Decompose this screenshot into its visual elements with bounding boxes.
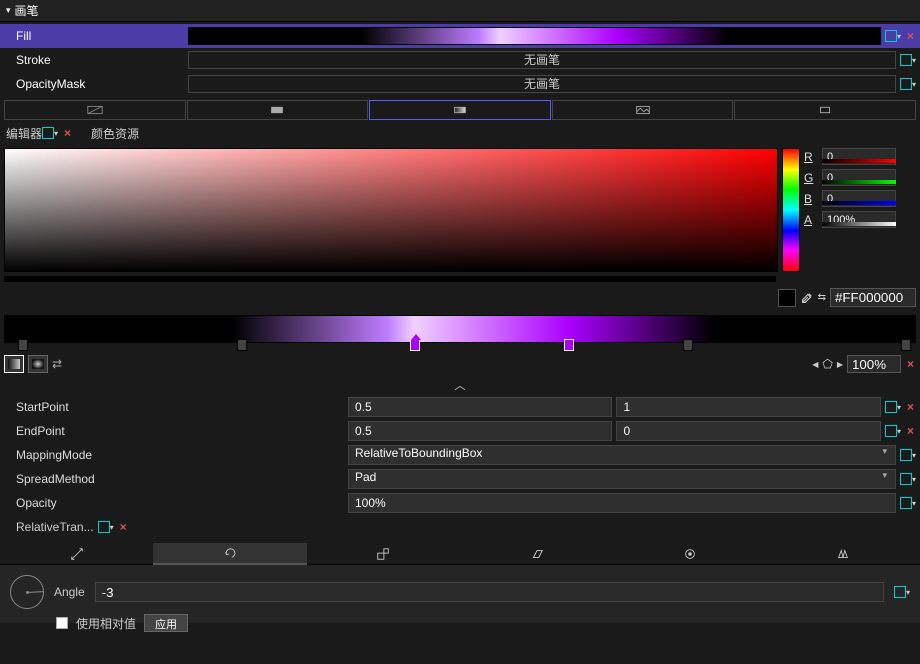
color-resource-label[interactable]: 颜色资源 xyxy=(91,125,139,142)
channel-g-label: G xyxy=(804,171,816,185)
editor-label: 编辑器 xyxy=(6,125,42,142)
brush-label: Fill xyxy=(4,29,184,43)
marker-icon[interactable]: ▾ xyxy=(885,401,901,413)
marker-icon[interactable]: ▾ xyxy=(98,521,114,533)
stroke-preview[interactable]: 无画笔 xyxy=(188,51,896,69)
eyedropper-icon[interactable] xyxy=(800,291,814,305)
gradient-stop[interactable] xyxy=(18,339,28,351)
saturation-value-picker[interactable] xyxy=(4,148,778,272)
stop-position-input[interactable] xyxy=(847,355,901,373)
prop-label: StartPoint xyxy=(4,400,344,414)
marker-icon[interactable]: ▾ xyxy=(900,473,916,485)
tab-solid[interactable] xyxy=(187,100,369,120)
channel-a-label: A xyxy=(804,213,816,227)
opacitymask-preview[interactable]: 无画笔 xyxy=(188,75,896,93)
endpoint-y-input[interactable] xyxy=(616,421,880,441)
startpoint-x-input[interactable] xyxy=(348,397,612,417)
marker-icon[interactable]: ▾ xyxy=(900,449,916,461)
channel-b-label: B xyxy=(804,192,816,206)
marker-icon[interactable]: ▾ xyxy=(42,127,58,139)
tab-none[interactable] xyxy=(4,100,186,120)
close-icon[interactable]: × xyxy=(62,126,73,140)
gradient-stop[interactable] xyxy=(901,339,911,351)
prop-label: SpreadMethod xyxy=(4,472,344,486)
angle-dial[interactable] xyxy=(10,575,44,609)
tab-center[interactable] xyxy=(613,543,766,565)
brush-row-stroke[interactable]: Stroke 无画笔 ▾ xyxy=(0,48,920,72)
radial-gradient-icon[interactable] xyxy=(28,355,48,373)
prop-label: RelativeTran... xyxy=(16,520,94,534)
brush-row-fill[interactable]: Fill ▾ × xyxy=(0,24,920,48)
linear-gradient-icon[interactable] xyxy=(4,355,24,373)
alpha-bar xyxy=(4,276,776,282)
marker-icon[interactable]: ▾ xyxy=(900,497,916,509)
gradient-editor[interactable] xyxy=(4,315,916,343)
angle-input[interactable] xyxy=(95,582,884,602)
delete-stop-icon[interactable]: × xyxy=(905,357,916,371)
channel-r-label: R xyxy=(804,150,816,164)
tab-resource[interactable] xyxy=(734,100,916,120)
reset-icon[interactable]: × xyxy=(905,29,916,43)
gradient-stop[interactable] xyxy=(237,339,247,351)
relative-checkbox[interactable] xyxy=(56,617,68,629)
prev-stop-icon[interactable]: ◀ xyxy=(812,360,818,369)
tab-gradient[interactable] xyxy=(369,100,551,120)
marker-icon[interactable]: ▾ xyxy=(894,586,910,598)
swap-icon[interactable]: ⇆ xyxy=(818,292,826,303)
tab-translate[interactable] xyxy=(0,543,153,565)
tab-scale[interactable] xyxy=(307,543,460,565)
spreadmethod-select[interactable]: Pad xyxy=(348,469,896,489)
marker-icon[interactable]: ▾ xyxy=(885,30,901,42)
gradient-stop[interactable] xyxy=(410,339,420,351)
marker-icon[interactable]: ▾ xyxy=(900,54,916,66)
section-header[interactable]: ▾ 画笔 xyxy=(0,0,920,22)
brush-row-opacitymask[interactable]: OpacityMask 无画笔 ▾ xyxy=(0,72,920,96)
reset-icon[interactable]: × xyxy=(118,520,129,534)
current-color-swatch[interactable] xyxy=(778,289,796,307)
reset-icon[interactable]: × xyxy=(905,424,916,438)
reverse-stops-icon[interactable]: ⇄ xyxy=(52,357,62,371)
relative-label: 使用相对值 xyxy=(76,615,136,632)
tab-rotate[interactable] xyxy=(153,543,306,565)
brush-label: OpacityMask xyxy=(4,77,184,91)
startpoint-y-input[interactable] xyxy=(616,397,880,417)
angle-label: Angle xyxy=(54,585,85,599)
prop-label: EndPoint xyxy=(4,424,344,438)
tab-flip[interactable] xyxy=(767,543,920,565)
apply-button[interactable]: 应用 xyxy=(144,614,188,632)
tab-tile[interactable] xyxy=(552,100,734,120)
gradient-stop[interactable] xyxy=(683,339,693,351)
marker-icon[interactable]: ▾ xyxy=(900,78,916,90)
section-title: 画笔 xyxy=(15,2,39,19)
brush-type-tabs xyxy=(0,98,920,122)
reset-icon[interactable]: × xyxy=(905,400,916,414)
prop-label: MappingMode xyxy=(4,448,344,462)
hex-input[interactable] xyxy=(830,288,916,307)
gradient-stop[interactable] xyxy=(564,339,574,351)
mappingmode-select[interactable]: RelativeToBoundingBox xyxy=(348,445,896,465)
stop-marker-icon: ⬠ xyxy=(822,357,832,371)
expand-up-icon[interactable]: ︿ xyxy=(0,375,920,395)
endpoint-x-input[interactable] xyxy=(348,421,612,441)
marker-icon[interactable]: ▾ xyxy=(885,425,901,437)
tab-skew[interactable] xyxy=(460,543,613,565)
next-stop-icon[interactable]: ▶ xyxy=(837,360,843,369)
prop-label: Opacity xyxy=(4,496,344,510)
hue-slider[interactable] xyxy=(782,148,800,272)
brush-label: Stroke xyxy=(4,53,184,67)
opacity-input[interactable] xyxy=(348,493,896,513)
fill-preview[interactable] xyxy=(188,27,881,45)
collapse-icon: ▾ xyxy=(6,5,11,16)
